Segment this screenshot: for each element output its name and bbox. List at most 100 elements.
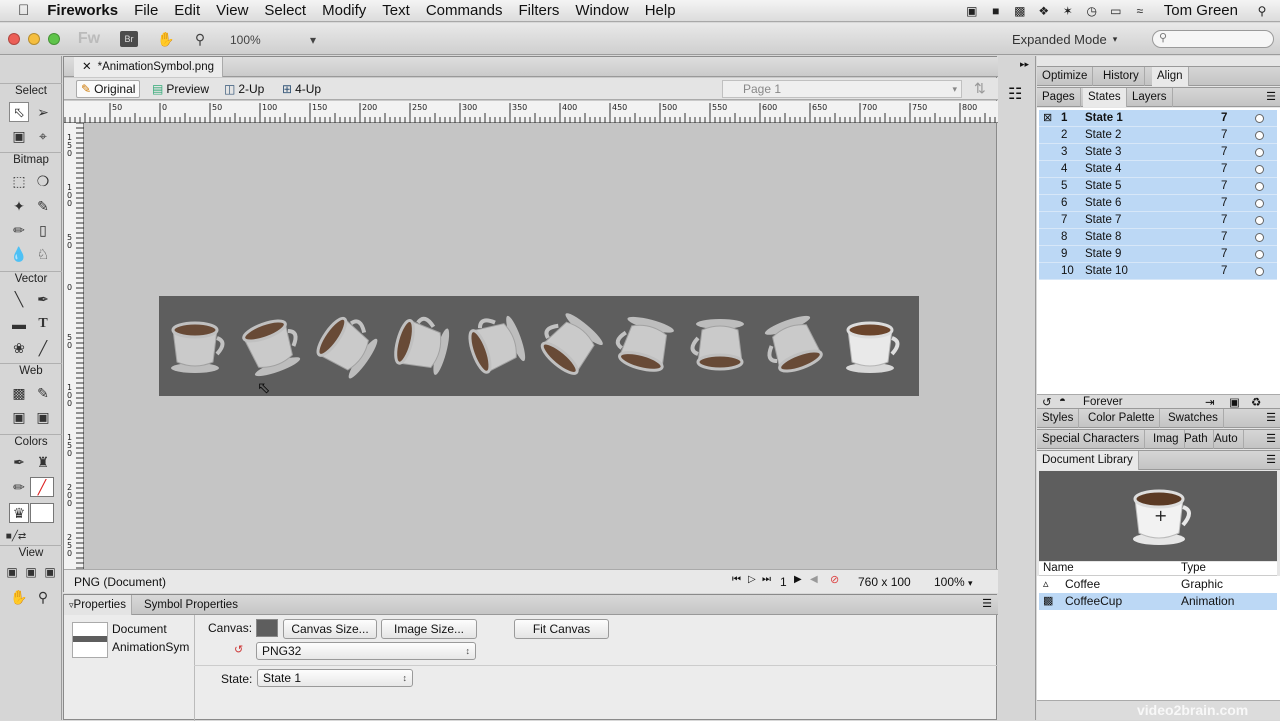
blur-tool-icon[interactable]: 💧 [9, 244, 29, 264]
canvas-dimensions[interactable]: 760 x 100 [858, 575, 911, 589]
collapse-panels-icon[interactable]: ▸▸ [1020, 59, 1029, 70]
tray-app-icon[interactable]: ■ [988, 4, 1004, 18]
menu-text[interactable]: Text [374, 0, 418, 22]
tab-align[interactable]: Align [1152, 67, 1189, 86]
panel-menu-icon[interactable]: ☰ [1266, 453, 1276, 466]
library-col-name[interactable]: Name [1043, 562, 1074, 574]
panel-menu-icon[interactable]: ☰ [1266, 411, 1276, 424]
user-name[interactable]: Tom Green [1156, 2, 1246, 19]
screen-capture-icon[interactable]: ▩ [1012, 4, 1028, 18]
state-visibility-icon[interactable] [1255, 199, 1264, 208]
state-row[interactable]: 7 State 7 7 [1039, 212, 1277, 229]
state-row[interactable]: 2 State 2 7 [1039, 127, 1277, 144]
delete-state-icon[interactable]: ♻ [1251, 395, 1261, 409]
state-delay[interactable]: 7 [1221, 110, 1227, 127]
hand-icon[interactable]: ✋ [156, 29, 176, 49]
image-size-button[interactable]: Image Size... [381, 619, 477, 639]
distribute-to-states-icon[interactable]: ⇥ [1205, 395, 1215, 409]
state-select[interactable]: State 1 [257, 669, 413, 687]
rubber-stamp-tool-icon[interactable]: ♘ [33, 244, 53, 264]
menu-window[interactable]: Window [567, 0, 636, 22]
first-frame-icon[interactable]: ⏮ [732, 574, 741, 585]
tab-special-characters[interactable]: Special Characters [1037, 430, 1146, 449]
state-visibility-icon[interactable] [1255, 131, 1264, 140]
page-select[interactable]: Page 1 ▾ [722, 80, 962, 98]
text-tool-icon[interactable]: T [33, 314, 53, 334]
dropbox-icon[interactable]: ❖ [1036, 4, 1052, 18]
state-visibility-icon[interactable] [1255, 148, 1264, 157]
library-item-coffee[interactable]: ▵ Coffee Graphic [1039, 576, 1277, 593]
standard-screen-mode-icon[interactable]: ▣ [2, 562, 22, 582]
state-visibility-icon[interactable] [1255, 267, 1264, 276]
view-preview-button[interactable]: ▤ Preview [148, 80, 213, 98]
state-visibility-icon[interactable] [1255, 165, 1264, 174]
last-frame-icon[interactable]: ⏭ [762, 574, 771, 585]
view-original-button[interactable]: ✎ Original [76, 80, 141, 98]
zoom-window-icon[interactable] [48, 33, 60, 45]
stroke-color-icon[interactable]: ✏ [9, 477, 29, 497]
full-screen-mode-icon[interactable]: ▣ [40, 562, 60, 582]
tab-styles[interactable]: Styles [1037, 409, 1080, 428]
tab-layers[interactable]: Layers [1127, 88, 1173, 107]
stroke-color-swatch[interactable]: ╱ [30, 477, 54, 497]
view-2up-button[interactable]: ◫ 2-Up [220, 80, 268, 98]
rectangle-tool-icon[interactable]: ▬ [9, 314, 29, 334]
onion-skin-icon[interactable]: ◓ [1059, 395, 1066, 407]
state-row[interactable]: 6 State 6 7 [1039, 195, 1277, 212]
state-visibility-icon[interactable] [1255, 250, 1264, 259]
eyedropper-tool-icon[interactable]: ✒ [9, 452, 29, 472]
tab-color-palette[interactable]: Color Palette [1083, 409, 1161, 428]
fill-color-icon[interactable]: ♛ [9, 503, 29, 523]
library-panel-icon[interactable]: ☷ [1008, 84, 1022, 104]
camera-icon[interactable]: ▣ [964, 4, 980, 18]
state-row[interactable]: 5 State 5 7 [1039, 178, 1277, 195]
state-row[interactable]: 10 State 10 7 [1039, 263, 1277, 280]
tab-states[interactable]: States [1083, 88, 1127, 107]
fill-color-swatch[interactable] [30, 503, 54, 523]
state-delay[interactable]: 7 [1221, 127, 1227, 144]
state-row[interactable]: 8 State 8 7 [1039, 229, 1277, 246]
close-window-icon[interactable] [8, 33, 20, 45]
state-visibility-icon[interactable] [1255, 233, 1264, 242]
hide-slices-icon[interactable]: ▣ [9, 407, 29, 427]
state-row[interactable]: 4 State 4 7 [1039, 161, 1277, 178]
line-tool-icon[interactable]: ╲ [9, 289, 29, 309]
state-delay[interactable]: 7 [1221, 229, 1227, 246]
apple-menu-icon[interactable]:  [0, 0, 39, 22]
magic-wand-tool-icon[interactable]: ✦ [9, 196, 29, 216]
menu-commands[interactable]: Commands [418, 0, 511, 22]
zoom-icon[interactable]: ⚲ [190, 29, 210, 49]
zoom-tool-icon[interactable]: ⚲ [33, 587, 53, 607]
eraser-tool-icon[interactable]: ▯ [33, 220, 53, 240]
panel-menu-icon[interactable]: ☰ [1266, 432, 1276, 445]
app-menu[interactable]: Fireworks [39, 0, 126, 22]
menu-modify[interactable]: Modify [314, 0, 374, 22]
export-format-select[interactable]: PNG32 [256, 642, 476, 660]
new-state-icon[interactable]: ▣ [1229, 395, 1240, 409]
state-delay[interactable]: 7 [1221, 212, 1227, 229]
hand-tool-icon[interactable]: ✋ [9, 587, 29, 607]
tab-swatches[interactable]: Swatches [1163, 409, 1224, 428]
state-delay[interactable]: 7 [1221, 263, 1227, 280]
menu-help[interactable]: Help [637, 0, 684, 22]
loop-count[interactable]: Forever [1083, 396, 1123, 408]
zoom-level-select[interactable]: 100% ▾ [934, 575, 973, 589]
crop-tool-icon[interactable]: ⌖ [33, 126, 53, 146]
tab-pages[interactable]: Pages [1037, 88, 1081, 107]
state-delay[interactable]: 7 [1221, 161, 1227, 178]
menu-select[interactable]: Select [256, 0, 314, 22]
default-colors-icon[interactable]: ■╱⇄ [6, 526, 26, 546]
state-row[interactable]: 3 State 3 7 [1039, 144, 1277, 161]
menu-file[interactable]: File [126, 0, 166, 22]
menu-filters[interactable]: Filters [511, 0, 568, 22]
state-delay[interactable]: 7 [1221, 178, 1227, 195]
slice-tool-icon[interactable]: ✎ [33, 383, 53, 403]
marquee-tool-icon[interactable]: ⬚ [9, 171, 29, 191]
wifi-icon[interactable]: ≈ [1132, 4, 1148, 18]
library-item-coffeecup[interactable]: ▩ CoffeeCup Animation [1039, 593, 1277, 610]
workspace-switcher[interactable]: Expanded Mode ▾ [1012, 30, 1132, 48]
lasso-tool-icon[interactable]: ❍ [33, 171, 53, 191]
show-slices-icon[interactable]: ▣ [33, 407, 53, 427]
bluetooth-icon[interactable]: ✶ [1060, 4, 1076, 18]
state-row[interactable]: 9 State 9 7 [1039, 246, 1277, 263]
